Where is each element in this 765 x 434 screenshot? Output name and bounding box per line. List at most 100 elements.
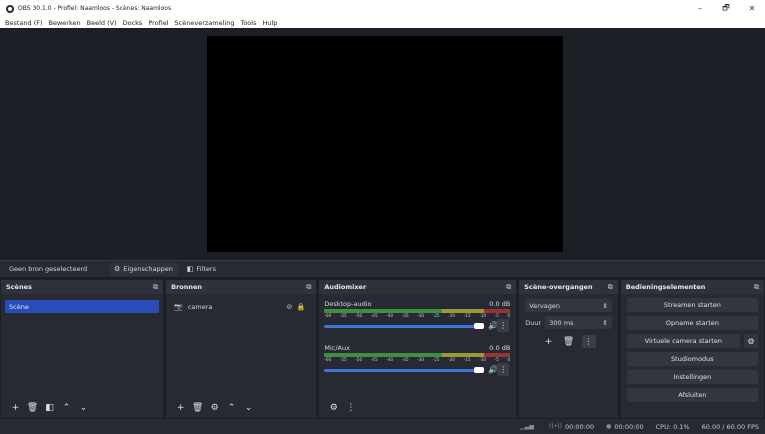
volume-slider-handle[interactable] bbox=[474, 367, 485, 373]
scale-tick: -55 bbox=[339, 313, 347, 318]
no-source-label: Geen bron geselecteerd bbox=[9, 265, 88, 273]
undock-icon[interactable]: ⧉ bbox=[306, 283, 311, 292]
chevron-down-icon[interactable]: ⌄ bbox=[242, 402, 255, 415]
audio-mixer-footer: ⚙ ⋮ bbox=[319, 398, 516, 418]
duration-row: Duur 300 ms ⇕ bbox=[525, 316, 612, 329]
scenes-header: Scènes ⧉ bbox=[1, 280, 164, 294]
scenes-dock: Scènes ⧉ Scène + 🗑 ◧ ⌃ ⌄ bbox=[1, 280, 164, 418]
properties-button[interactable]: ⚙ Eigenschappen bbox=[109, 262, 178, 276]
filter-icon[interactable]: ◧ bbox=[43, 402, 56, 415]
preview-canvas[interactable] bbox=[207, 36, 563, 252]
trash-icon[interactable]: 🗑 bbox=[26, 402, 39, 415]
start-virtual-camera-button[interactable]: Virtuele camera starten bbox=[626, 334, 740, 348]
menu-edit[interactable]: Bewerken bbox=[49, 19, 81, 27]
volume-slider[interactable] bbox=[324, 325, 485, 328]
stream-time: 00:00:00 bbox=[564, 422, 595, 431]
menu-profile[interactable]: Profiel bbox=[148, 19, 168, 27]
properties-label: Eigenschappen bbox=[123, 265, 173, 273]
record-status: ● 00:00:00 bbox=[606, 423, 643, 431]
spinner-icon: ⇕ bbox=[602, 301, 608, 310]
transition-select[interactable]: Vervagen ⇕ bbox=[525, 299, 612, 312]
camera-icon: 📷 bbox=[174, 302, 183, 311]
advanced-audio-icon[interactable]: ⚙ bbox=[327, 402, 340, 415]
volume-slider[interactable] bbox=[324, 369, 485, 372]
settings-button[interactable]: Instellingen bbox=[626, 370, 758, 384]
undock-icon[interactable]: ⧉ bbox=[153, 283, 158, 292]
lock-icon[interactable]: 🔒 bbox=[297, 303, 306, 311]
controls-header: Bedieningselementen ⧉ bbox=[620, 280, 764, 294]
sources-title: Bronnen bbox=[171, 283, 203, 291]
menu-view[interactable]: Beeld (V) bbox=[87, 19, 117, 27]
channel-name: Mic/Aux bbox=[324, 344, 350, 352]
spinner-icon[interactable]: ⇕ bbox=[602, 319, 607, 327]
docks-row: Scènes ⧉ Scène + 🗑 ◧ ⌃ ⌄ Bronnen ⧉ 📷 cam… bbox=[0, 280, 765, 418]
minimize-button[interactable]: – bbox=[687, 0, 713, 17]
filters-label: Filters bbox=[196, 265, 216, 273]
scale-tick: -30 bbox=[417, 313, 425, 318]
sources-dock: Bronnen ⧉ 📷 camera ⊘ 🔒 + 🗑 ⚙ ⌃ ⌄ bbox=[166, 280, 317, 418]
signal-status: ▁▃▅ bbox=[520, 423, 537, 430]
record-icon: ● bbox=[606, 423, 612, 430]
audio-mixer-header: Audiomixer ⧉ bbox=[319, 280, 517, 294]
menu-tools[interactable]: Tools bbox=[240, 19, 256, 27]
scenes-title: Scènes bbox=[6, 283, 32, 291]
scale-tick: -15 bbox=[463, 313, 471, 318]
cpu-usage: CPU: 0.1% bbox=[655, 422, 690, 431]
scale-tick: -45 bbox=[370, 357, 378, 362]
transitions-header: Scène-overgangen ⧉ bbox=[519, 280, 618, 294]
channel-menu-button[interactable]: ⋮ bbox=[497, 319, 510, 332]
scale-tick: -15 bbox=[463, 357, 471, 362]
controls-title: Bedieningselementen bbox=[625, 283, 706, 291]
volume-slider-handle[interactable] bbox=[474, 323, 485, 329]
eye-hidden-icon[interactable]: ⊘ bbox=[286, 303, 292, 311]
stream-icon: ((•)) bbox=[549, 423, 562, 430]
more-menu-icon[interactable]: ⋮ bbox=[344, 402, 357, 415]
add-icon[interactable]: + bbox=[9, 402, 22, 415]
scale-tick: -25 bbox=[432, 313, 440, 318]
start-streaming-button[interactable]: Streamen starten bbox=[626, 298, 758, 312]
close-button[interactable]: ✕ bbox=[739, 0, 765, 17]
trash-icon[interactable]: 🗑 bbox=[191, 402, 204, 415]
start-recording-button[interactable]: Opname starten bbox=[626, 316, 758, 330]
scale-tick: -30 bbox=[417, 357, 425, 362]
menu-file[interactable]: Bestand (F) bbox=[5, 19, 43, 27]
fps-readout: 60.00 / 60.00 FPS bbox=[701, 422, 759, 431]
stream-status: ((•)) 00:00:00 bbox=[549, 423, 594, 431]
menu-help[interactable]: Hulp bbox=[262, 19, 277, 27]
studio-mode-button[interactable]: Studiomodus bbox=[626, 352, 758, 366]
more-menu-icon[interactable]: ⋮ bbox=[581, 335, 596, 348]
gear-icon[interactable]: ⚙ bbox=[744, 334, 758, 348]
scene-item[interactable]: Scène bbox=[5, 300, 160, 313]
window-controls: – 🗗 ✕ bbox=[687, 0, 765, 17]
filters-button[interactable]: ◧ Filters bbox=[182, 263, 221, 276]
chevron-up-icon[interactable]: ⌃ bbox=[225, 402, 238, 415]
chevron-up-icon[interactable]: ⌃ bbox=[60, 402, 73, 415]
menu-docks[interactable]: Docks bbox=[123, 19, 143, 27]
duration-value: 300 ms bbox=[549, 318, 574, 327]
gear-icon: ⚙ bbox=[114, 265, 121, 273]
menu-scene-collection[interactable]: Scèneverzameling bbox=[175, 19, 235, 27]
add-icon[interactable]: + bbox=[542, 335, 556, 348]
sources-header: Bronnen ⧉ bbox=[166, 280, 317, 294]
gear-icon[interactable]: ⚙ bbox=[208, 402, 221, 415]
meter-scale: -60 -55 -50 -45 -40 -35 -30 -25 -20 -15 … bbox=[324, 313, 510, 320]
add-icon[interactable]: + bbox=[174, 402, 187, 415]
trash-icon[interactable]: 🗑 bbox=[562, 335, 576, 348]
scale-tick: -35 bbox=[401, 357, 409, 362]
undock-icon[interactable]: ⧉ bbox=[754, 283, 759, 292]
scenes-footer: + 🗑 ◧ ⌃ ⌄ bbox=[1, 398, 163, 418]
scale-tick: -25 bbox=[432, 357, 440, 362]
source-item[interactable]: 📷 camera ⊘ 🔒 bbox=[170, 300, 312, 313]
channel-menu-button[interactable]: ⋮ bbox=[497, 363, 510, 376]
scale-tick: -60 bbox=[324, 357, 332, 362]
duration-input[interactable]: 300 ms ⇕ bbox=[545, 316, 612, 329]
exit-button[interactable]: Afsluiten bbox=[626, 388, 758, 402]
transition-buttons: + 🗑 ⋮ bbox=[519, 335, 617, 348]
chevron-down-icon[interactable]: ⌄ bbox=[77, 402, 90, 415]
transitions-dock: Scène-overgangen ⧉ Vervagen ⇕ Duur 300 m… bbox=[519, 280, 618, 418]
channel-name: Desktop-audio bbox=[324, 300, 372, 308]
scale-tick: -10 bbox=[479, 357, 487, 362]
undock-icon[interactable]: ⧉ bbox=[608, 283, 613, 292]
restore-button[interactable]: 🗗 bbox=[713, 0, 739, 17]
undock-icon[interactable]: ⧉ bbox=[506, 283, 511, 292]
